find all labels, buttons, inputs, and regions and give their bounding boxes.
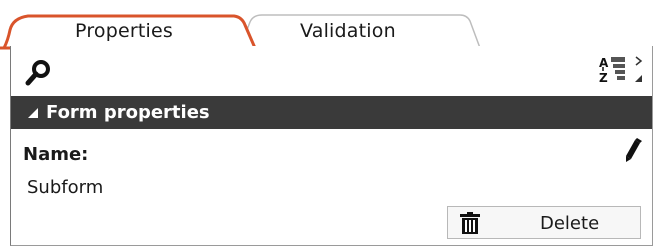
svg-text:Z: Z: [599, 71, 608, 85]
scroll-arrows[interactable]: [633, 54, 647, 86]
section-title: Form properties: [46, 102, 210, 123]
toolbar: A Z: [11, 46, 652, 96]
delete-label: Delete: [540, 213, 600, 234]
triangle-down-icon[interactable]: [635, 73, 643, 83]
delete-button[interactable]: Delete: [447, 206, 641, 239]
section-header[interactable]: Form properties: [11, 96, 652, 129]
sort-az-icon[interactable]: A Z: [598, 54, 628, 86]
tab-validation[interactable]: Validation: [300, 20, 396, 42]
properties-panel: A Z Form properties Name: Subform Delete: [10, 46, 653, 246]
trash-icon: [460, 212, 480, 234]
name-value[interactable]: Subform: [27, 177, 103, 198]
tab-properties[interactable]: Properties: [75, 20, 173, 42]
tab-strip: Properties Validation: [0, 0, 657, 50]
collapse-triangle-icon: [28, 108, 38, 118]
svg-text:A: A: [599, 56, 609, 70]
chevron-right-icon[interactable]: [635, 56, 643, 66]
search-icon[interactable]: [25, 58, 53, 86]
pencil-icon[interactable]: [623, 138, 643, 164]
name-label: Name:: [23, 144, 89, 165]
